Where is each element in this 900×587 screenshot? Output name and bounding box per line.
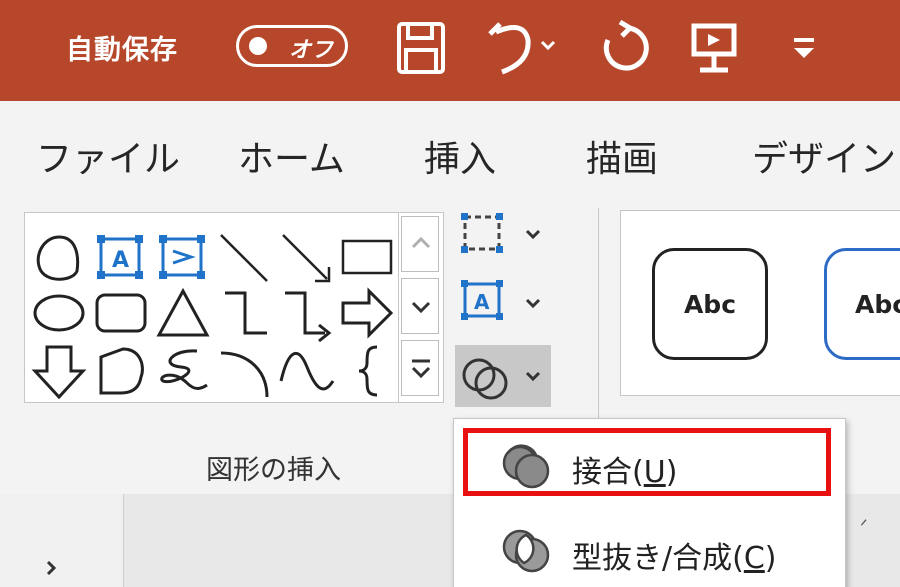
present-icon[interactable] xyxy=(690,18,740,78)
tab-draw[interactable]: 描画 xyxy=(586,130,658,182)
edit-shape-icon xyxy=(461,213,541,253)
svg-text:A: A xyxy=(474,290,490,314)
gallery-scroll-down-button[interactable] xyxy=(401,278,439,334)
combine-label: 型抜き/合成(C) xyxy=(572,541,777,576)
line-arrow-icon[interactable] xyxy=(277,227,337,287)
chevron-up-icon xyxy=(411,236,431,249)
combine-icon xyxy=(502,529,550,573)
rectangle-icon[interactable] xyxy=(337,227,397,287)
shapes-group-label: 図形の挿入 xyxy=(206,455,341,486)
autosave-toggle[interactable]: オフ xyxy=(236,25,348,67)
down-arrow-icon[interactable] xyxy=(29,341,89,401)
text-box-icon: A xyxy=(461,280,541,320)
gallery-expand-icon xyxy=(411,359,431,379)
edit-shape-button[interactable] xyxy=(455,205,551,267)
left-brace-icon[interactable] xyxy=(337,341,397,401)
style-sample-blue[interactable]: Abc xyxy=(824,248,900,360)
gallery-more-button[interactable] xyxy=(401,340,439,396)
curve-icon[interactable] xyxy=(277,341,337,401)
merge-shapes-button[interactable] xyxy=(455,345,551,407)
rounded-rectangle-icon[interactable] xyxy=(91,283,151,343)
line-icon[interactable] xyxy=(215,227,275,287)
shapes-gallery: A xyxy=(24,212,444,403)
highlight-box xyxy=(463,428,831,496)
tab-file[interactable]: ファイル xyxy=(36,130,180,182)
svg-text:A: A xyxy=(112,248,129,273)
customize-qat-icon[interactable] xyxy=(790,18,820,78)
autosave-state: オフ xyxy=(289,38,334,63)
teardrop-shape-icon[interactable] xyxy=(29,227,89,287)
autosave-label: 自動保存 xyxy=(66,35,178,66)
tab-design[interactable]: デザイン xyxy=(752,130,896,182)
oval-icon[interactable] xyxy=(29,283,89,343)
menu-item-combine[interactable]: 型抜き/合成(C) xyxy=(454,511,847,587)
text-box-button[interactable]: A xyxy=(455,272,551,334)
tab-insert[interactable]: 挿入 xyxy=(424,130,496,182)
redo-icon[interactable] xyxy=(596,18,656,78)
right-arrow-icon[interactable] xyxy=(337,283,397,343)
gallery-scroll-up-button[interactable] xyxy=(401,216,439,272)
elbow-connector-icon[interactable] xyxy=(215,283,275,343)
arc-icon[interactable] xyxy=(215,341,275,401)
chevron-down-icon xyxy=(411,301,431,314)
tab-home[interactable]: ホーム xyxy=(238,130,345,182)
toggle-knob xyxy=(249,37,267,55)
ruler-mark: ᐟ xyxy=(860,516,868,537)
save-icon[interactable] xyxy=(392,18,452,78)
undo-icon[interactable] xyxy=(484,18,562,78)
elbow-arrow-connector-icon[interactable] xyxy=(277,283,337,343)
vertical-text-box-icon[interactable] xyxy=(153,227,213,287)
merge-shapes-icon xyxy=(462,358,541,400)
text-box-icon[interactable]: A xyxy=(91,227,151,287)
style-sample-black[interactable]: Abc xyxy=(652,248,768,360)
triangle-icon[interactable] xyxy=(153,283,213,343)
flowchart-shape-icon[interactable] xyxy=(91,341,151,401)
freeform-scribble-icon[interactable] xyxy=(153,341,213,401)
expand-thumbnails-icon[interactable] xyxy=(40,556,64,580)
